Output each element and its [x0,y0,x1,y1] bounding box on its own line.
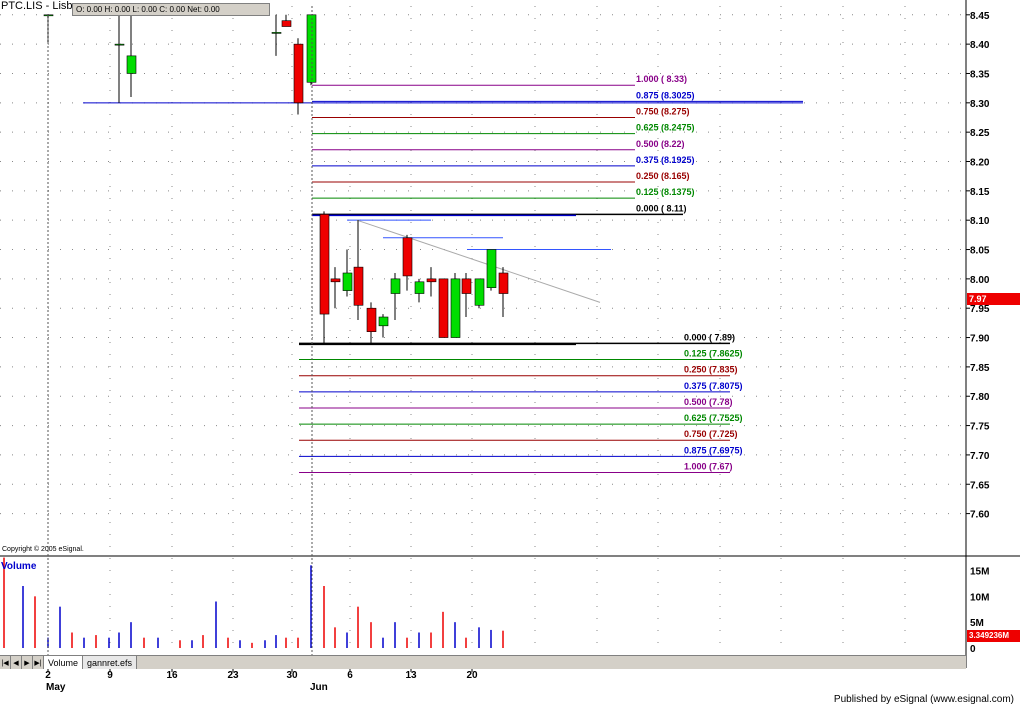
candle-body [114,43,125,46]
price-tick-label: 7.65 [970,480,990,491]
fib-label-upper: 0.500 (8.22) [636,139,685,149]
symbol-label: PTC.LIS - Lisbo [1,0,81,12]
price-tick-label: 7.95 [970,304,990,315]
price-tick-label: 7.80 [970,392,990,403]
candle-body [426,278,437,283]
price-tick-label: 8.45 [970,11,990,22]
fib-label-lower: 0.875 (7.6975) [684,445,743,455]
candle-body [474,278,485,306]
time-tick-label: 20 [466,670,478,681]
candle-body [353,266,364,306]
time-tick-label: 30 [286,670,298,681]
chart-canvas: 1.000 ( 8.33) 0.875 (8.3025) 0.750 (8.275)… [0,0,1020,693]
fib-label-lower: 0.375 (7.8075) [684,381,743,391]
fib-label-upper: 0.875 (8.3025) [636,90,695,100]
time-tick-label: 13 [405,670,417,681]
fib-label-upper: 0.750 (8.275) [636,106,690,116]
price-tick-label: 8.20 [970,158,990,169]
price-tick-label: 8.40 [970,40,990,51]
candle-body [319,214,330,315]
last-volume-tag: 3.349236M [967,630,1020,642]
fib-label-lower: 0.250 (7.835) [684,365,738,375]
price-tick-label: 7.85 [970,363,990,374]
fib-label-lower: 0.500 (7.78) [684,397,733,407]
time-tick-label: 6 [347,670,353,681]
volume-bars [3,557,504,648]
fib-label-upper: 0.375 (8.1925) [636,155,695,165]
fib-label-lower: 0.750 (7.725) [684,429,738,439]
volume-tick-label: 0 [970,644,976,655]
ohlc-high: H: 0.00 [104,5,131,14]
candle-body [378,316,389,327]
month-label: Jun [310,682,328,693]
volume-tick-label: 15M [970,567,989,578]
candle-body [281,20,292,27]
price-tick-label: 7.70 [970,451,990,462]
ohlc-close: C: 0.00 [159,5,186,14]
ohlc-open: O: 0.00 [76,5,103,14]
ohlc-readout: O: 0.00 H: 0.00 L: 0.00 C: 0.00 Net: 0.0… [72,3,270,16]
time-tick-label: 23 [227,670,239,681]
fib-label-upper: 0.625 (8.2475) [636,123,695,133]
tab-next-button[interactable]: ▶ [22,656,33,669]
pane-tab-bar: |◀ ◀ ▶ ▶| Volume gannret.efs [0,655,966,669]
month-label: May [46,682,66,693]
copyright-text: Copyright © 2005 eSignal. [2,546,84,553]
price-tick-label: 8.00 [970,275,990,286]
candle-body [498,272,509,294]
volume-tick-label: 5M [970,618,984,629]
tab-last-button[interactable]: ▶| [33,656,44,669]
candle-body [330,278,341,283]
tab-first-button[interactable]: |◀ [0,656,11,669]
candle-body [306,14,317,83]
price-tick-label: 8.30 [970,99,990,110]
price-tick-label: 7.75 [970,422,990,433]
chart-lines: 1.000 ( 8.33) 0.875 (8.3025) 0.750 (8.275)… [83,74,803,474]
fib-label-upper: 1.000 ( 8.33) [636,74,687,84]
volume-pane-title: Volume [1,561,37,572]
fib-label-upper: 0.000 ( 8.11) [636,203,687,213]
price-tick-label: 8.25 [970,128,990,139]
candle-body [461,278,472,294]
candle-body [486,249,497,288]
tab-gannret[interactable]: gannret.efs [83,656,138,669]
volume-tick-label: 10M [970,592,989,603]
time-tick-label: 2 [45,670,51,681]
fib-label-lower: 0.000 ( 7.89) [684,332,735,342]
candle-body [438,278,449,338]
price-tick-label: 8.15 [970,187,990,198]
time-tick-label: 9 [107,670,113,681]
candle-body [402,237,413,277]
price-tick-label: 7.90 [970,334,990,345]
price-tick-label: 8.35 [970,69,990,80]
last-price-tag: 7.97 [967,293,1020,305]
time-tick-label: 16 [166,670,178,681]
fib-label-upper: 0.125 (8.1375) [636,187,695,197]
candle-body [414,281,425,294]
chart-axes: 8.45 8.40 8.35 8.30 8.25 8.20 8.15 8.10 8.05 8.00… [0,0,1020,693]
candle-body [390,278,401,294]
tab-prev-button[interactable]: ◀ [11,656,22,669]
price-tick-label: 8.10 [970,216,990,227]
candle-body [342,272,353,291]
published-by: Published by eSignal (www.esignal.com) [833,694,1014,705]
tab-volume[interactable]: Volume [44,656,84,669]
ohlc-low: L: 0.00 [132,5,157,14]
candle-body [126,55,137,74]
candle-body [450,278,461,338]
fib-label-lower: 0.625 (7.7525) [684,413,743,423]
fib-label-lower: 0.125 (7.8625) [684,349,743,359]
ohlc-net: Net: 0.00 [187,5,220,14]
fib-label-lower: 1.000 (7.67) [684,462,733,472]
candle-body [271,32,282,34]
fib-label-upper: 0.250 (8.165) [636,171,690,181]
candle-body [366,307,377,332]
price-tick-label: 7.60 [970,510,990,521]
candles [43,14,509,344]
price-tick-label: 8.05 [970,246,990,257]
candle-body [293,43,304,104]
